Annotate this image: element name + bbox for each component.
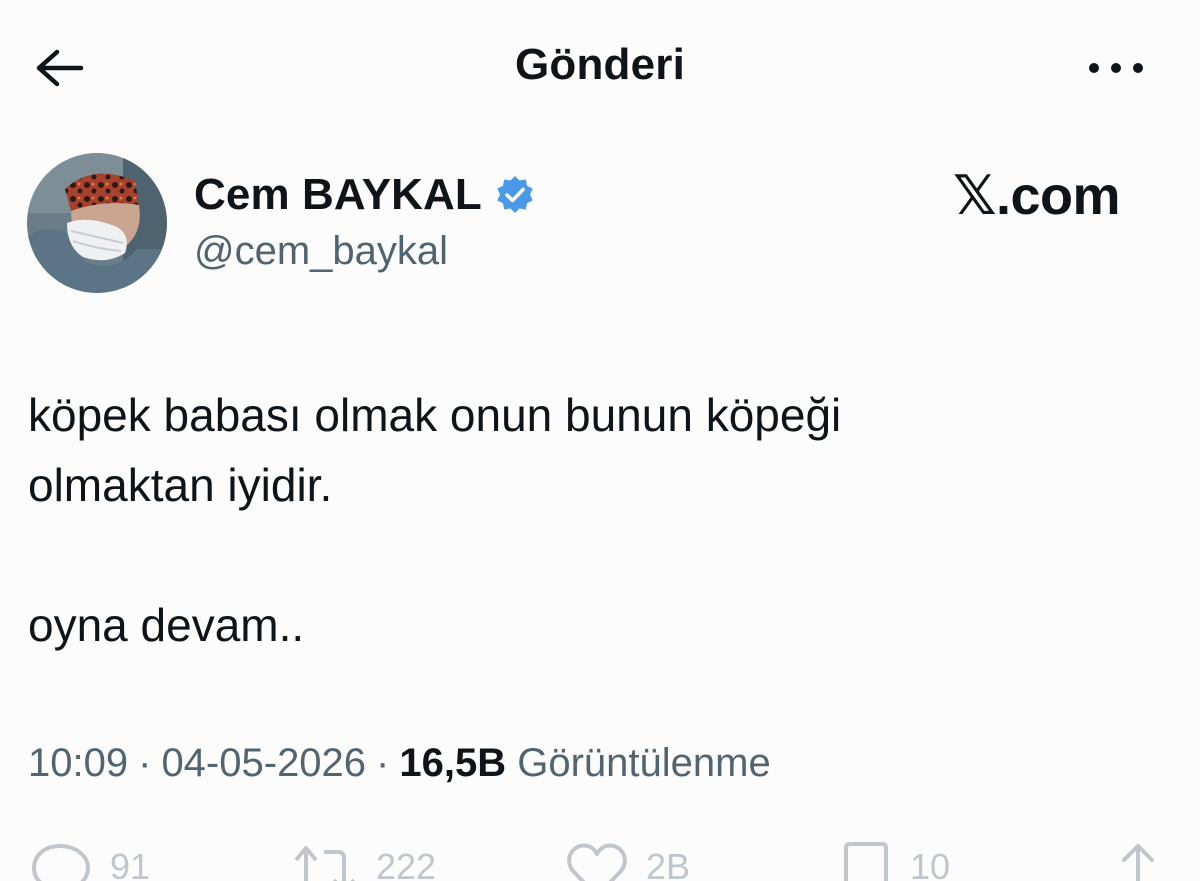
- retweet-count: 222: [376, 846, 437, 881]
- bookmark-count: 10: [910, 846, 951, 881]
- retweet-button[interactable]: 222: [292, 842, 436, 881]
- tweet-line: oyna devam..: [28, 599, 305, 651]
- tweet-meta: 10:09 · 04-05-2026 · 16,5B Görüntülenme: [28, 741, 771, 786]
- x-com-logo: 𝕏.com: [953, 165, 1121, 226]
- bookmark-icon: [844, 842, 888, 881]
- page-title: Gönderi: [514, 40, 686, 89]
- tweet-line: köpek babası olmak onun bunun köpeği: [28, 389, 842, 441]
- views-label: Görüntülenme: [517, 741, 771, 785]
- views-count: 16,5B: [399, 741, 507, 785]
- author-name[interactable]: Cem BAYKAL: [194, 170, 482, 220]
- author-name-row[interactable]: Cem BAYKAL: [194, 167, 536, 223]
- like-button[interactable]: 2B: [566, 842, 690, 881]
- separator: ·: [138, 741, 152, 785]
- arrow-left-icon: [36, 49, 84, 87]
- post-detail-page: Gönderi Cem BAYKAL @cem_baykal 𝕏.com köp…: [0, 0, 1200, 881]
- back-button[interactable]: [28, 40, 90, 96]
- reply-icon: [31, 844, 91, 881]
- tweet-date[interactable]: 04-05-2026: [161, 741, 366, 785]
- separator: ·: [376, 741, 390, 785]
- more-horizontal-icon: [1089, 63, 1143, 73]
- bookmark-button[interactable]: 10: [840, 842, 950, 881]
- like-count: 2B: [646, 846, 691, 881]
- more-options-button[interactable]: [1078, 44, 1154, 92]
- tweet-time[interactable]: 10:09: [28, 741, 128, 785]
- author-handle[interactable]: @cem_baykal: [194, 229, 448, 274]
- reply-count: 91: [110, 846, 151, 881]
- avatar[interactable]: [27, 153, 167, 293]
- share-icon: [1122, 844, 1154, 881]
- verified-badge-icon: [497, 176, 533, 213]
- tweet-text: köpek babası olmak onun bunun köpeği olm…: [28, 380, 1168, 660]
- share-button[interactable]: [1112, 842, 1164, 881]
- retweet-icon: [294, 846, 356, 881]
- avatar-image: [27, 153, 167, 293]
- brand-text: 𝕏.com: [953, 165, 1121, 226]
- reply-button[interactable]: 91: [30, 842, 150, 881]
- tweet-line: olmaktan iyidir.: [28, 459, 333, 511]
- action-bar: 91 222 2B 10: [0, 842, 1200, 881]
- heart-icon: [567, 843, 627, 881]
- top-bar: Gönderi: [0, 0, 1200, 134]
